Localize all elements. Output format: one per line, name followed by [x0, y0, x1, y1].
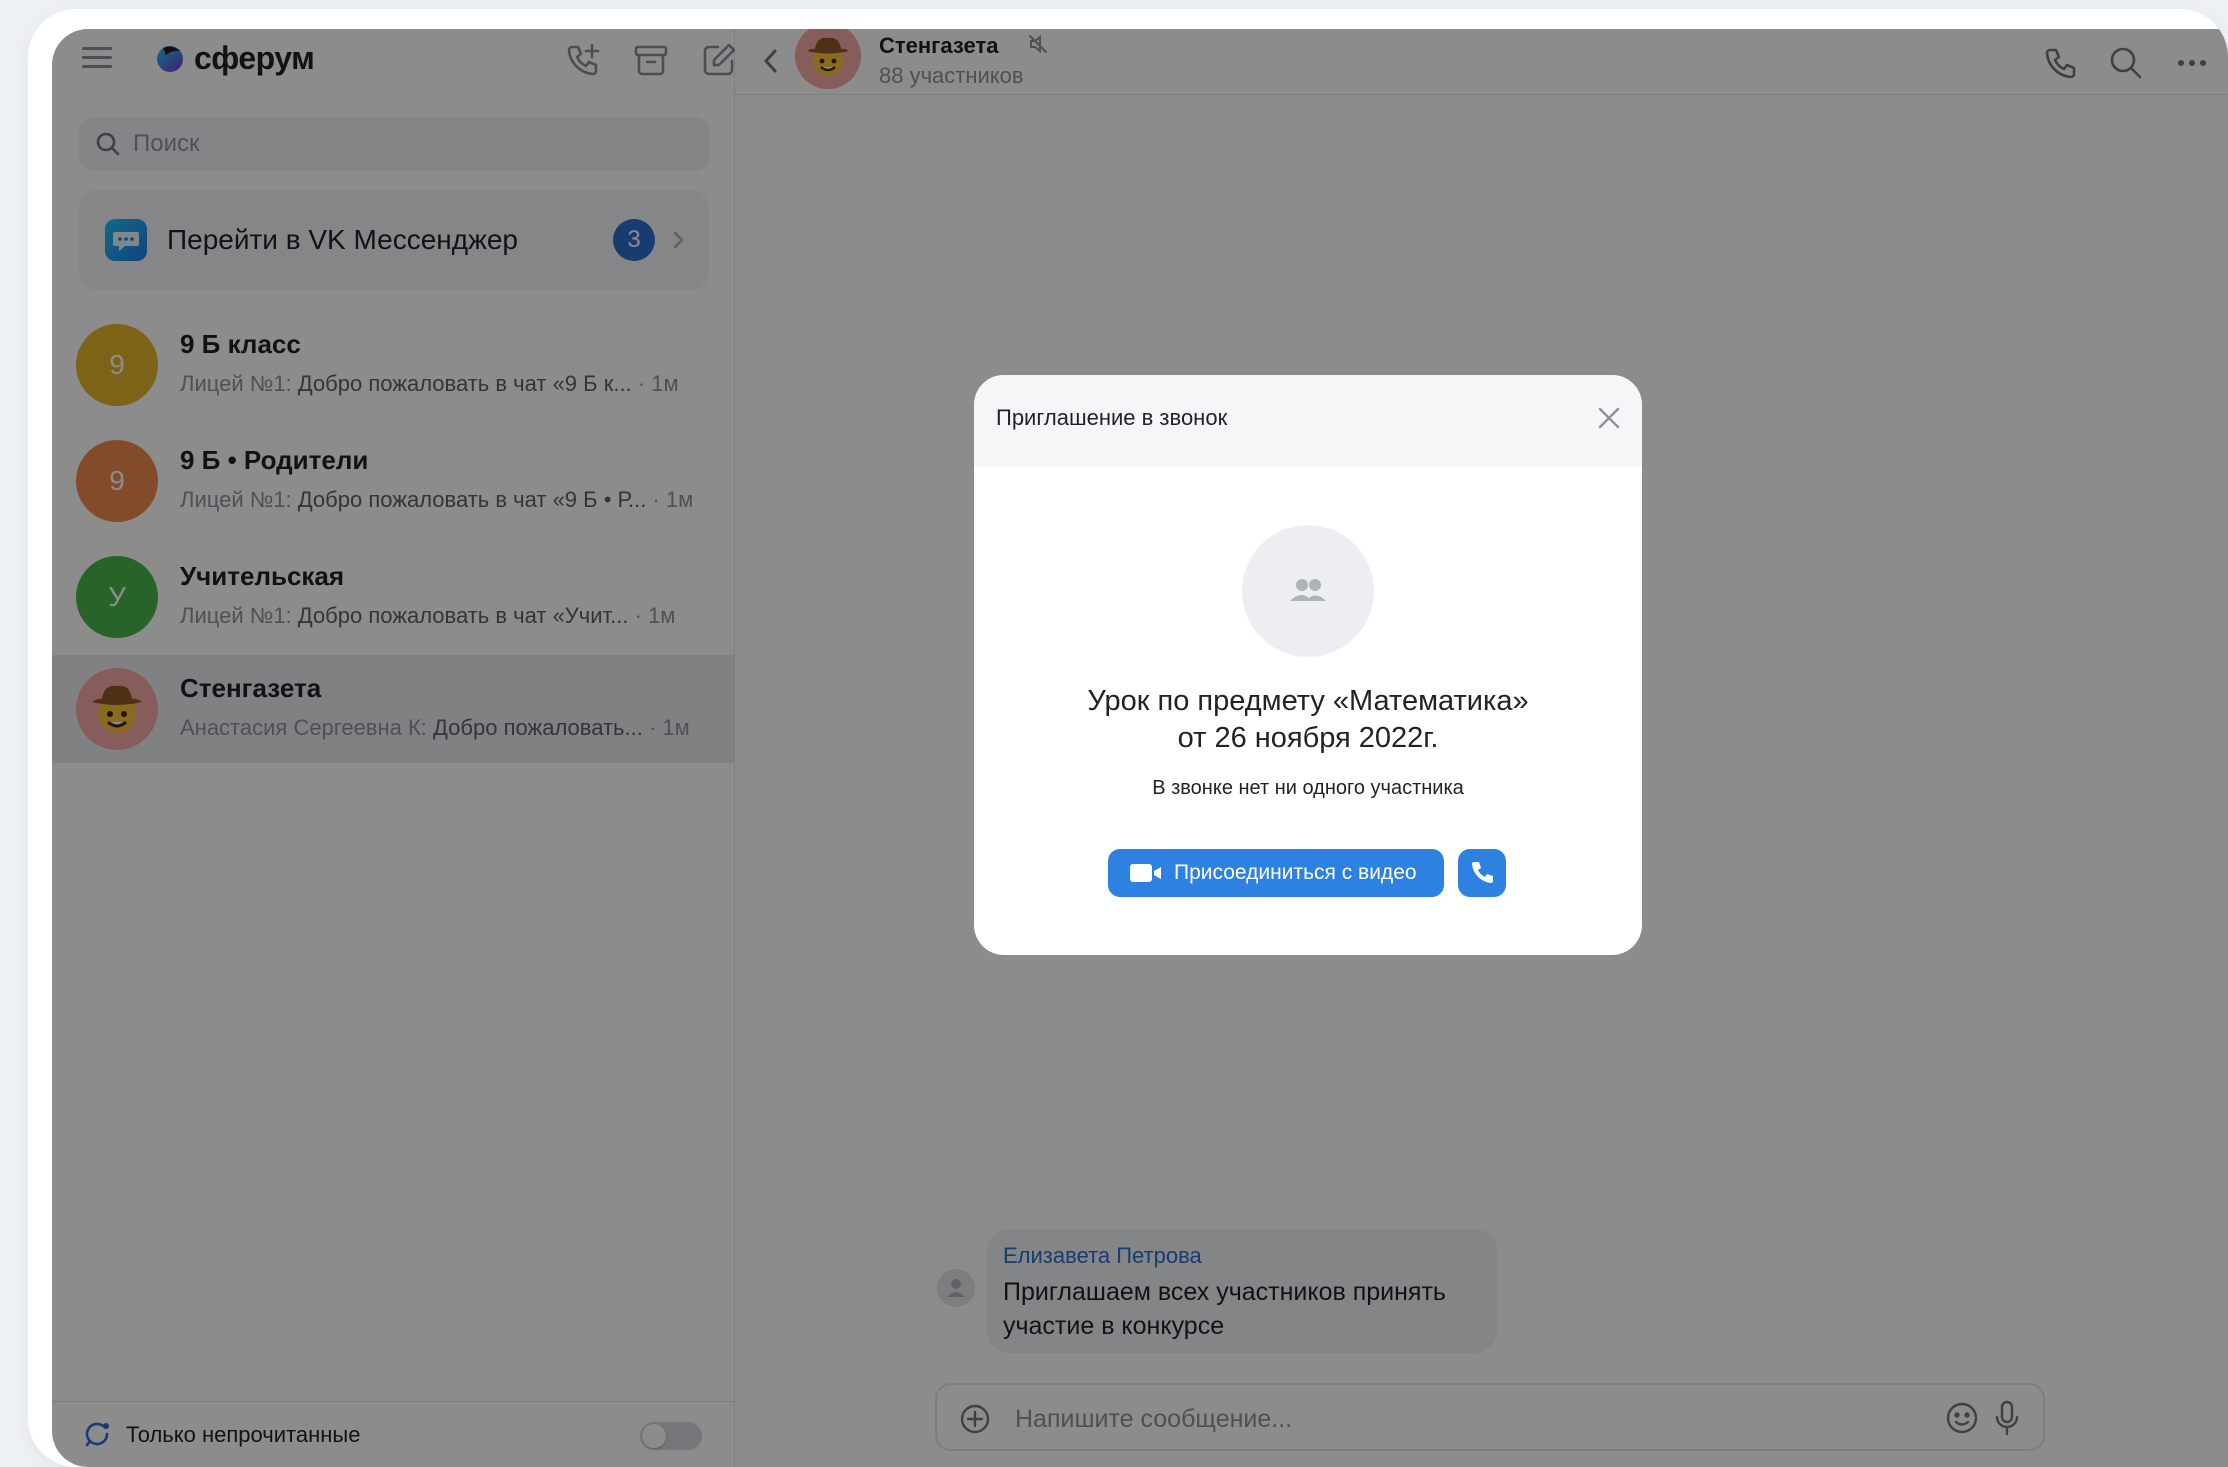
video-icon: [1130, 864, 1161, 882]
join-button-label: Присоединиться с видео: [1174, 861, 1417, 884]
call-title: Урок по предмету «Математика» от 26 нояб…: [974, 683, 1642, 757]
app-window: сферум Поиск Перейти в VK Мессенджер 3 9…: [52, 29, 2228, 1467]
dialog-title: Приглашение в звонок: [996, 405, 1228, 430]
dialog-header: Приглашение в звонок: [974, 375, 1642, 467]
call-title-line1: Урок по предмету «Математика»: [1087, 685, 1529, 717]
call-title-line2: от 26 ноября 2022г.: [1177, 722, 1439, 754]
device-frame: сферум Поиск Перейти в VK Мессенджер 3 9…: [28, 9, 2228, 1467]
close-icon[interactable]: [1596, 405, 1622, 431]
call-status: В звонке нет ни одного участника: [1152, 777, 1464, 799]
join-audio-button[interactable]: [1458, 849, 1506, 897]
group-avatar: [1242, 525, 1374, 657]
phone-icon: [1472, 862, 1493, 883]
call-invite-dialog: Приглашение в звонок Урок по предмету «М…: [974, 375, 1642, 955]
join-with-video-button[interactable]: Присоединиться с видео: [1108, 849, 1444, 897]
group-icon: [1290, 579, 1326, 601]
